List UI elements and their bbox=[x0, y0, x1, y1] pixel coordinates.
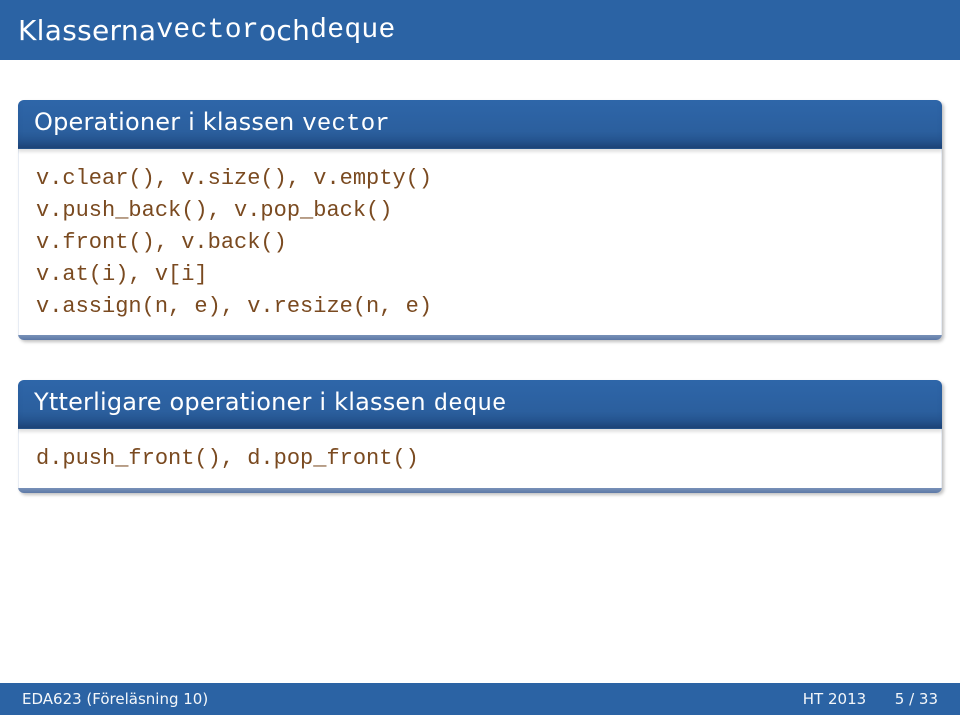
title-code-vector: vector bbox=[156, 15, 259, 46]
block-vector-ops: Operationer i klassen vector v.clear(), … bbox=[18, 100, 942, 340]
slide-content: Operationer i klassen vector v.clear(), … bbox=[0, 60, 960, 493]
code-line: v.assign(n, e), v.resize(n, e) bbox=[36, 291, 924, 323]
block1-header-code: vector bbox=[302, 111, 390, 138]
footer-term: HT 2013 bbox=[803, 690, 866, 708]
title-mid: och bbox=[259, 14, 310, 47]
block-header: Ytterligare operationer i klassen deque bbox=[18, 380, 942, 429]
code-line: v.push_back(), v.pop_back() bbox=[36, 195, 924, 227]
block2-header-prefix: Ytterligare operationer i klassen bbox=[34, 388, 434, 416]
block-header: Operationer i klassen vector bbox=[18, 100, 942, 149]
block-deque-ops: Ytterligare operationer i klassen deque … bbox=[18, 380, 942, 493]
block-accent bbox=[18, 335, 942, 340]
block2-body: d.push_front(), d.pop_front() bbox=[18, 429, 942, 493]
code-line: v.at(i), v[i] bbox=[36, 259, 924, 291]
title-prefix: Klasserna bbox=[18, 14, 156, 47]
block1-body: v.clear(), v.size(), v.empty() v.push_ba… bbox=[18, 149, 942, 340]
footer-left: EDA623 (Föreläsning 10) bbox=[22, 690, 208, 708]
block2-header-code: deque bbox=[434, 391, 507, 418]
footer-page: 5 / 33 bbox=[895, 690, 938, 708]
code-line: v.front(), v.back() bbox=[36, 227, 924, 259]
title-code-deque: deque bbox=[310, 15, 396, 46]
block-accent bbox=[18, 488, 942, 493]
code-line: d.push_front(), d.pop_front() bbox=[36, 443, 924, 475]
block1-header-prefix: Operationer i klassen bbox=[34, 108, 302, 136]
code-line: v.clear(), v.size(), v.empty() bbox=[36, 163, 924, 195]
slide-title: Klasserna vector och deque bbox=[0, 0, 960, 60]
slide-footer: EDA623 (Föreläsning 10) HT 2013 5 / 33 bbox=[0, 683, 960, 715]
footer-right: HT 2013 5 / 33 bbox=[803, 690, 938, 708]
